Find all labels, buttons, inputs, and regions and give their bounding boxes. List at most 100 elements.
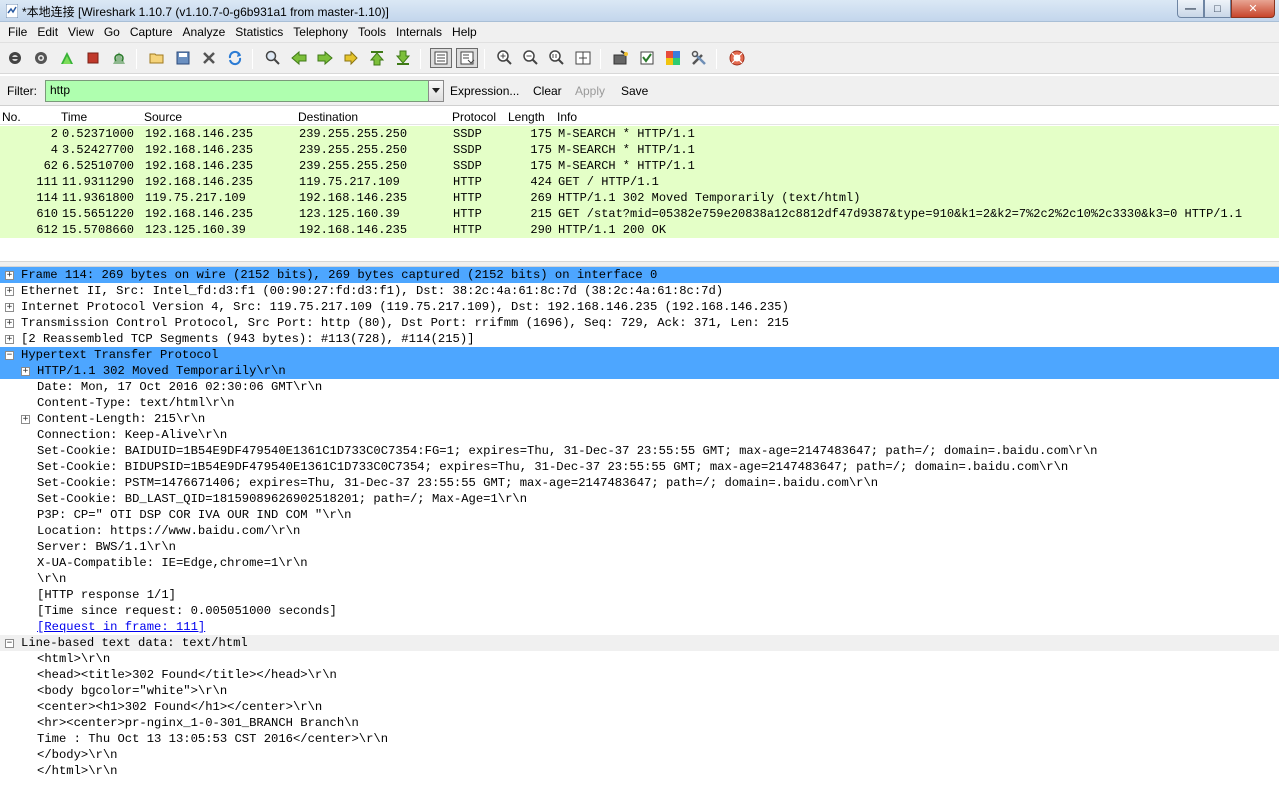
packet-row[interactable]: 612 15.5708660 123.125.160.39 192.168.146.2… (0, 222, 1279, 238)
menu-internals[interactable]: Internals (391, 23, 447, 42)
auto-scroll-icon[interactable] (456, 48, 478, 68)
apply-filter-button[interactable]: Apply (575, 84, 605, 98)
filter-history-dropdown[interactable] (428, 80, 444, 102)
menu-capture[interactable]: Capture (125, 23, 178, 42)
tree-row[interactable]: [Time since request: 0.005051000 seconds… (0, 603, 1279, 619)
go-to-packet-icon[interactable] (340, 48, 362, 68)
tree-row[interactable]: <body bgcolor="white">\r\n (0, 683, 1279, 699)
packet-row[interactable]: 4 3.52427700 192.168.146.235 239.255.255.25… (0, 142, 1279, 158)
menu-tools[interactable]: Tools (353, 23, 391, 42)
expand-icon[interactable]: + (21, 367, 30, 376)
menu-telephony[interactable]: Telephony (288, 23, 353, 42)
packet-row[interactable]: 111 11.9311290 192.168.146.235 119.75.217.1… (0, 174, 1279, 190)
tree-row[interactable]: [HTTP response 1/1] (0, 587, 1279, 603)
tree-row[interactable]: <html>\r\n (0, 651, 1279, 667)
tree-row[interactable]: Set-Cookie: BD_LAST_QID=1815908962690251… (0, 491, 1279, 507)
menu-file[interactable]: File (3, 23, 32, 42)
tree-row[interactable]: + [2 Reassembled TCP Segments (943 bytes)… (0, 331, 1279, 347)
tree-row[interactable]: Location: https://www.baidu.com/\r\n (0, 523, 1279, 539)
column-header-destination[interactable]: Destination (298, 110, 358, 124)
column-header-protocol[interactable]: Protocol (452, 110, 496, 124)
column-header-time[interactable]: Time (61, 110, 87, 124)
start-capture-icon[interactable] (56, 48, 78, 68)
go-first-icon[interactable] (366, 48, 388, 68)
tree-row[interactable]: <hr><center>pr-nginx_1-0-301_BRANCH Bran… (0, 715, 1279, 731)
clear-filter-button[interactable]: Clear (533, 84, 562, 98)
menu-view[interactable]: View (63, 23, 99, 42)
tree-row[interactable]: X-UA-Compatible: IE=Edge,chrome=1\r\n (0, 555, 1279, 571)
find-packet-icon[interactable] (262, 48, 284, 68)
tree-row[interactable]: + Ethernet II, Src: Intel_fd:d3:f1 (00:90… (0, 283, 1279, 299)
packet-row[interactable]: 114 11.9361800 119.75.217.109 192.168.146.2… (0, 190, 1279, 206)
zoom-out-icon[interactable] (520, 48, 542, 68)
menu-edit[interactable]: Edit (32, 23, 63, 42)
go-last-icon[interactable] (392, 48, 414, 68)
tree-row[interactable]: − Line-based text data: text/html (0, 635, 1279, 651)
column-header-length[interactable]: Length (508, 110, 545, 124)
go-forward-icon[interactable] (314, 48, 336, 68)
tree-row[interactable]: Time : Thu Oct 13 13:05:53 CST 2016</cen… (0, 731, 1279, 747)
resize-columns-icon[interactable] (572, 48, 594, 68)
tree-row[interactable]: <center><h1>302 Found</h1></center>\r\n (0, 699, 1279, 715)
go-back-icon[interactable] (288, 48, 310, 68)
normal-size-icon[interactable] (546, 48, 568, 68)
coloring-rules-icon[interactable] (662, 48, 684, 68)
tree-row[interactable]: − Hypertext Transfer Protocol (0, 347, 1279, 363)
column-header-info[interactable]: Info (557, 110, 577, 124)
tree-row[interactable]: </html>\r\n (0, 763, 1279, 779)
tree-row[interactable]: + Content-Length: 215\r\n (0, 411, 1279, 427)
tree-row[interactable]: + Internet Protocol Version 4, Src: 119.7… (0, 299, 1279, 315)
expand-icon[interactable]: + (5, 319, 14, 328)
maximize-button[interactable]: □ (1204, 0, 1231, 18)
tree-row[interactable]: Set-Cookie: BIDUPSID=1B54E9DF479540E1361… (0, 459, 1279, 475)
menu-go[interactable]: Go (99, 23, 125, 42)
tree-row[interactable]: <head><title>302 Found</title></head>\r\… (0, 667, 1279, 683)
tree-row[interactable]: Server: BWS/1.1\r\n (0, 539, 1279, 555)
close-button[interactable]: ✕ (1231, 0, 1275, 18)
display-filter-input[interactable]: http (45, 80, 429, 102)
interface-list-icon[interactable] (4, 48, 26, 68)
display-filters-icon[interactable] (636, 48, 658, 68)
expression-button[interactable]: Expression... (450, 84, 519, 98)
packet-row[interactable]: 610 15.5651220 192.168.146.235 123.125.160.… (0, 206, 1279, 222)
capture-filters-icon[interactable] (610, 48, 632, 68)
tree-row[interactable]: P3P: CP=" OTI DSP COR IVA OUR IND COM "\… (0, 507, 1279, 523)
collapse-icon[interactable]: − (5, 639, 14, 648)
column-header-no[interactable]: No. (2, 110, 21, 124)
column-header-source[interactable]: Source (144, 110, 182, 124)
stop-capture-icon[interactable] (82, 48, 104, 68)
menu-statistics[interactable]: Statistics (230, 23, 288, 42)
tree-row[interactable]: Date: Mon, 17 Oct 2016 02:30:06 GMT\r\n (0, 379, 1279, 395)
menu-help[interactable]: Help (447, 23, 482, 42)
tree-row[interactable]: Set-Cookie: BAIDUID=1B54E9DF479540E1361C… (0, 443, 1279, 459)
tree-row[interactable]: \r\n (0, 571, 1279, 587)
preferences-icon[interactable] (688, 48, 710, 68)
colorize-icon[interactable] (430, 48, 452, 68)
save-file-icon[interactable] (172, 48, 194, 68)
expand-icon[interactable]: + (21, 415, 30, 424)
expand-icon[interactable]: + (5, 271, 14, 280)
menu-analyze[interactable]: Analyze (178, 23, 231, 42)
close-file-icon[interactable] (198, 48, 220, 68)
minimize-button[interactable]: — (1177, 0, 1204, 18)
tree-row[interactable]: + HTTP/1.1 302 Moved Temporarily\r\n (0, 363, 1279, 379)
tree-row[interactable]: Connection: Keep-Alive\r\n (0, 427, 1279, 443)
tree-row[interactable]: + Frame 114: 269 bytes on wire (2152 bits… (0, 267, 1279, 283)
tree-row[interactable]: [Request in frame: 111] (0, 619, 1279, 635)
collapse-icon[interactable]: − (5, 351, 14, 360)
capture-options-icon[interactable] (30, 48, 52, 68)
tree-row[interactable]: Content-Type: text/html\r\n (0, 395, 1279, 411)
expand-icon[interactable]: + (5, 287, 14, 296)
reload-icon[interactable] (224, 48, 246, 68)
open-file-icon[interactable] (146, 48, 168, 68)
tree-row[interactable]: Set-Cookie: PSTM=1476671406; expires=Thu… (0, 475, 1279, 491)
tree-row[interactable]: </body>\r\n (0, 747, 1279, 763)
restart-capture-icon[interactable] (108, 48, 130, 68)
expand-icon[interactable]: + (5, 335, 14, 344)
zoom-in-icon[interactable] (494, 48, 516, 68)
packet-row[interactable]: 2 0.52371000 192.168.146.235 239.255.255.25… (0, 126, 1279, 142)
tree-row[interactable]: + Transmission Control Protocol, Src Port… (0, 315, 1279, 331)
help-icon[interactable] (726, 48, 748, 68)
request-frame-link[interactable]: [Request in frame: 111] (37, 619, 205, 635)
expand-icon[interactable]: + (5, 303, 14, 312)
